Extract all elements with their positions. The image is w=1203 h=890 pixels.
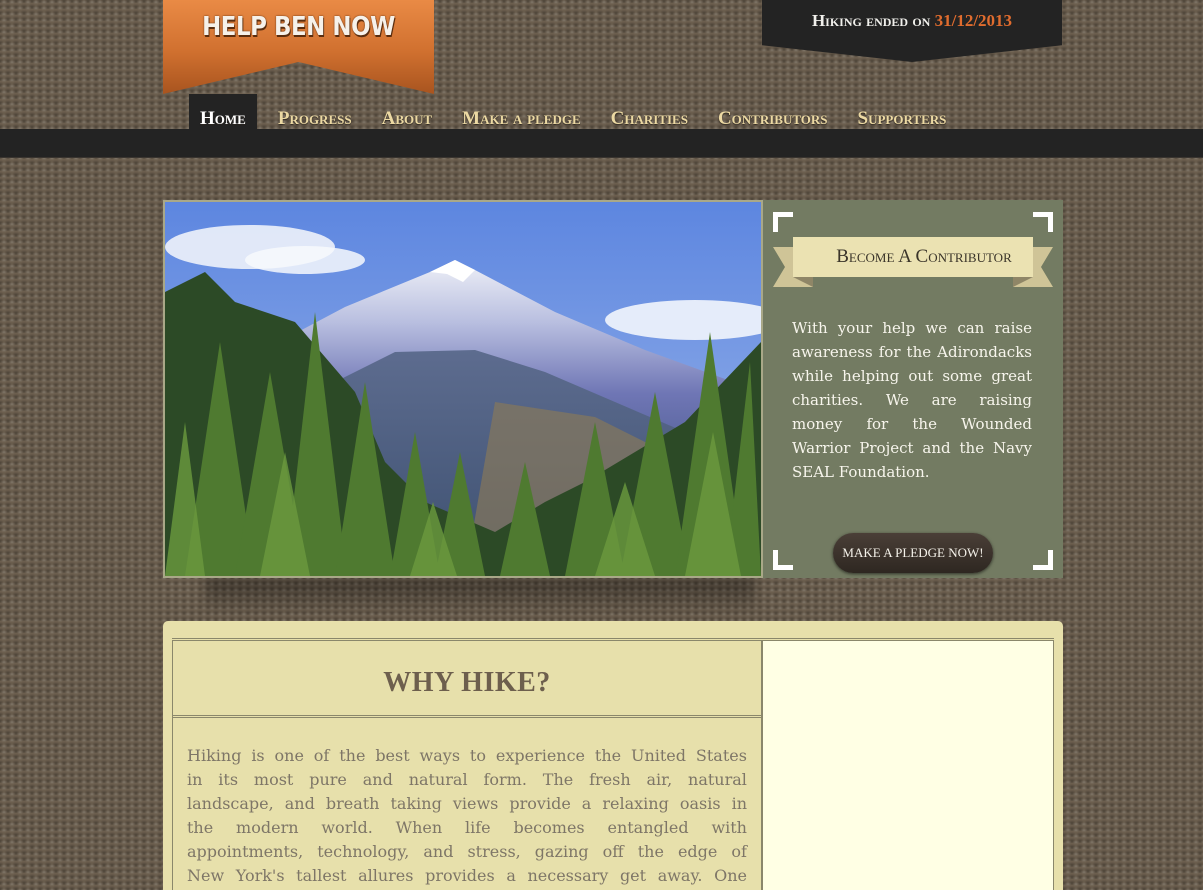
text-line: in its most pure and natural form. The fresh air,… xyxy=(187,770,747,789)
nav-item-make-a-pledge[interactable]: Make a pledge xyxy=(451,94,591,129)
text-line: landscape, and breath taking views provide a re… xyxy=(187,794,747,813)
why-hike-text: Hiking is one of the best ways to experience the U… xyxy=(187,744,747,888)
hero-mountain-image xyxy=(163,200,763,578)
corner-bracket-icon xyxy=(773,212,793,232)
text-line: the modern world. When life becomes entangled w… xyxy=(187,818,747,837)
hero-shadow xyxy=(205,578,755,614)
hike-status-text: Hiking ended on 31/12/2013 xyxy=(762,11,1062,31)
text-line: New York's tallest allures provides a necessar… xyxy=(187,866,747,885)
contributor-panel: Become A Contributor With your help we c… xyxy=(763,200,1063,578)
text-line: Hiking is one of the best ways to experience the U… xyxy=(187,746,747,765)
contributor-title: Become A Contributor xyxy=(836,246,1012,267)
nav-item-supporters[interactable]: Supporters xyxy=(847,94,958,129)
corner-bracket-icon xyxy=(1033,550,1053,570)
nav-item-charities[interactable]: Charities xyxy=(600,94,699,129)
corner-bracket-icon xyxy=(1033,212,1053,232)
status-prefix: Hiking ended on xyxy=(811,11,931,30)
mountain-illustration xyxy=(165,202,761,576)
nav-item-contributors[interactable]: Contributors xyxy=(707,94,839,129)
text-line: appointments, technology, and stress, gazing… xyxy=(187,842,747,861)
contributor-description: With your help we can raise awareness fo… xyxy=(792,319,1032,481)
nav-bar xyxy=(0,129,1203,158)
why-hike-heading: WHY HIKE? xyxy=(173,641,761,718)
nav-item-progress[interactable]: Progress xyxy=(267,94,363,129)
corner-bracket-icon xyxy=(773,550,793,570)
hike-status-banner xyxy=(762,0,1062,62)
why-hike-section: WHY HIKE? Hiking is one of the best ways to expe… xyxy=(163,621,1063,890)
status-date: 31/12/2013 xyxy=(934,11,1013,30)
main-nav: Home Progress About Make a pledge Charit… xyxy=(189,94,965,129)
site-logo[interactable]: HELP BEN NOW xyxy=(179,12,417,42)
nav-item-about[interactable]: About xyxy=(371,94,444,129)
make-pledge-button[interactable]: MAKE A PLEDGE NOW! xyxy=(833,533,993,573)
nav-item-home[interactable]: Home xyxy=(189,94,257,129)
why-hike-article: WHY HIKE? Hiking is one of the best ways to expe… xyxy=(172,641,762,890)
sidebar-panel xyxy=(762,641,1054,890)
